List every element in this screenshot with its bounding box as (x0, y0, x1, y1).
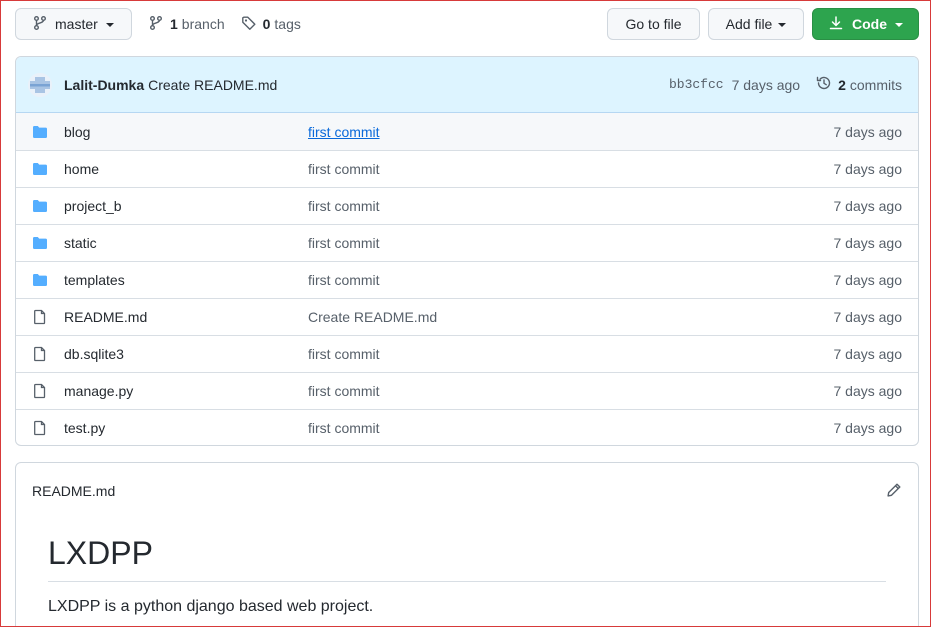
file-row[interactable]: static first commit 7 days ago (16, 224, 918, 261)
file-commit-message[interactable]: first commit (308, 235, 834, 251)
file-name[interactable]: project_b (64, 198, 308, 214)
file-commit-message[interactable]: first commit (308, 272, 834, 288)
file-commit-message[interactable]: first commit (308, 124, 834, 140)
file-commit-message[interactable]: first commit (308, 161, 834, 177)
folder-icon (32, 198, 48, 214)
file-age: 7 days ago (833, 346, 903, 362)
code-button[interactable]: Code (812, 8, 919, 40)
latest-commit-bar: Lalit-Dumka Create README.md bb3cfcc 7 d… (16, 57, 918, 113)
file-list: blog first commit 7 days ago home first … (16, 113, 918, 445)
commits-word: commits (849, 76, 902, 93)
commit-message[interactable]: Create README.md (148, 77, 277, 93)
file-commit-message[interactable]: Create README.md (308, 309, 834, 325)
file-name[interactable]: blog (64, 124, 308, 140)
file-name[interactable]: test.py (64, 420, 308, 436)
folder-icon (32, 161, 48, 177)
commit-sha[interactable]: bb3cfcc (669, 77, 724, 92)
folder-icon (32, 124, 48, 140)
file-icon (32, 346, 48, 362)
file-icon (32, 309, 48, 325)
go-to-file-button[interactable]: Go to file (607, 8, 700, 40)
git-branch-icon (32, 15, 48, 34)
file-commit-message[interactable]: first commit (308, 383, 834, 399)
chevron-down-icon (105, 23, 114, 27)
file-age: 7 days ago (833, 272, 903, 288)
file-icon (32, 420, 48, 436)
file-commit-message[interactable]: first commit (308, 420, 834, 436)
file-age: 7 days ago (833, 198, 903, 214)
file-commit-message[interactable]: first commit (308, 346, 834, 362)
file-age: 7 days ago (833, 383, 903, 399)
readme-filename[interactable]: README.md (32, 483, 886, 499)
file-row[interactable]: home first commit 7 days ago (16, 150, 918, 187)
git-branch-icon (148, 15, 164, 34)
folder-icon (32, 272, 48, 288)
file-name[interactable]: manage.py (64, 383, 308, 399)
file-row[interactable]: test.py first commit 7 days ago (16, 409, 918, 445)
file-row[interactable]: manage.py first commit 7 days ago (16, 372, 918, 409)
folder-icon (32, 235, 48, 251)
file-row[interactable]: db.sqlite3 first commit 7 days ago (16, 335, 918, 372)
tags-link[interactable]: 0 tags (241, 15, 301, 34)
pencil-icon[interactable] (886, 482, 902, 501)
file-age: 7 days ago (833, 161, 903, 177)
commit-author[interactable]: Lalit-Dumka (64, 77, 144, 93)
file-age: 7 days ago (833, 123, 903, 140)
commits-count: 2 (838, 76, 846, 93)
chevron-down-icon (778, 23, 787, 27)
branches-word: branch (181, 16, 225, 32)
file-age: 7 days ago (833, 420, 903, 436)
branch-select-button[interactable]: master (15, 8, 132, 40)
readme-panel: README.md LXDPP LXDPP is a python django… (15, 462, 919, 627)
tag-icon (241, 15, 257, 34)
readme-heading: LXDPP (48, 533, 886, 582)
file-name[interactable]: README.md (64, 309, 308, 325)
file-name[interactable]: static (64, 235, 308, 251)
tags-word: tags (274, 16, 301, 32)
chevron-down-icon (895, 23, 903, 27)
readme-header: README.md (16, 463, 918, 519)
file-row[interactable]: README.md Create README.md 7 days ago (16, 298, 918, 335)
file-row[interactable]: templates first commit 7 days ago (16, 261, 918, 298)
branches-link[interactable]: 1 branch (148, 15, 225, 34)
branch-label: master (55, 16, 98, 32)
code-label: Code (852, 16, 887, 32)
file-name[interactable]: db.sqlite3 (64, 346, 308, 362)
commits-link[interactable]: 2 commits (816, 75, 902, 94)
file-row[interactable]: blog first commit 7 days ago (16, 113, 918, 150)
file-name[interactable]: templates (64, 272, 308, 288)
file-age: 7 days ago (833, 235, 903, 251)
readme-content: LXDPP LXDPP is a python django based web… (16, 519, 918, 616)
tags-count: 0 (262, 16, 271, 32)
file-icon (32, 383, 48, 399)
history-icon (816, 75, 832, 94)
readme-paragraph: LXDPP is a python django based web proje… (48, 598, 374, 615)
download-icon (828, 15, 844, 34)
file-name[interactable]: home (64, 161, 308, 177)
file-row[interactable]: project_b first commit 7 days ago (16, 187, 918, 224)
file-browser: Lalit-Dumka Create README.md bb3cfcc 7 d… (15, 56, 919, 446)
commit-age: 7 days ago (731, 76, 801, 93)
avatar[interactable] (28, 72, 52, 97)
add-file-button[interactable]: Add file (708, 8, 804, 40)
file-commit-message[interactable]: first commit (308, 198, 834, 214)
branches-count: 1 (170, 16, 178, 32)
repo-toolbar: master 1 branch 0 tags Go to file Add fi… (15, 8, 919, 40)
add-file-label: Add file (725, 16, 773, 32)
file-age: 7 days ago (833, 309, 903, 325)
